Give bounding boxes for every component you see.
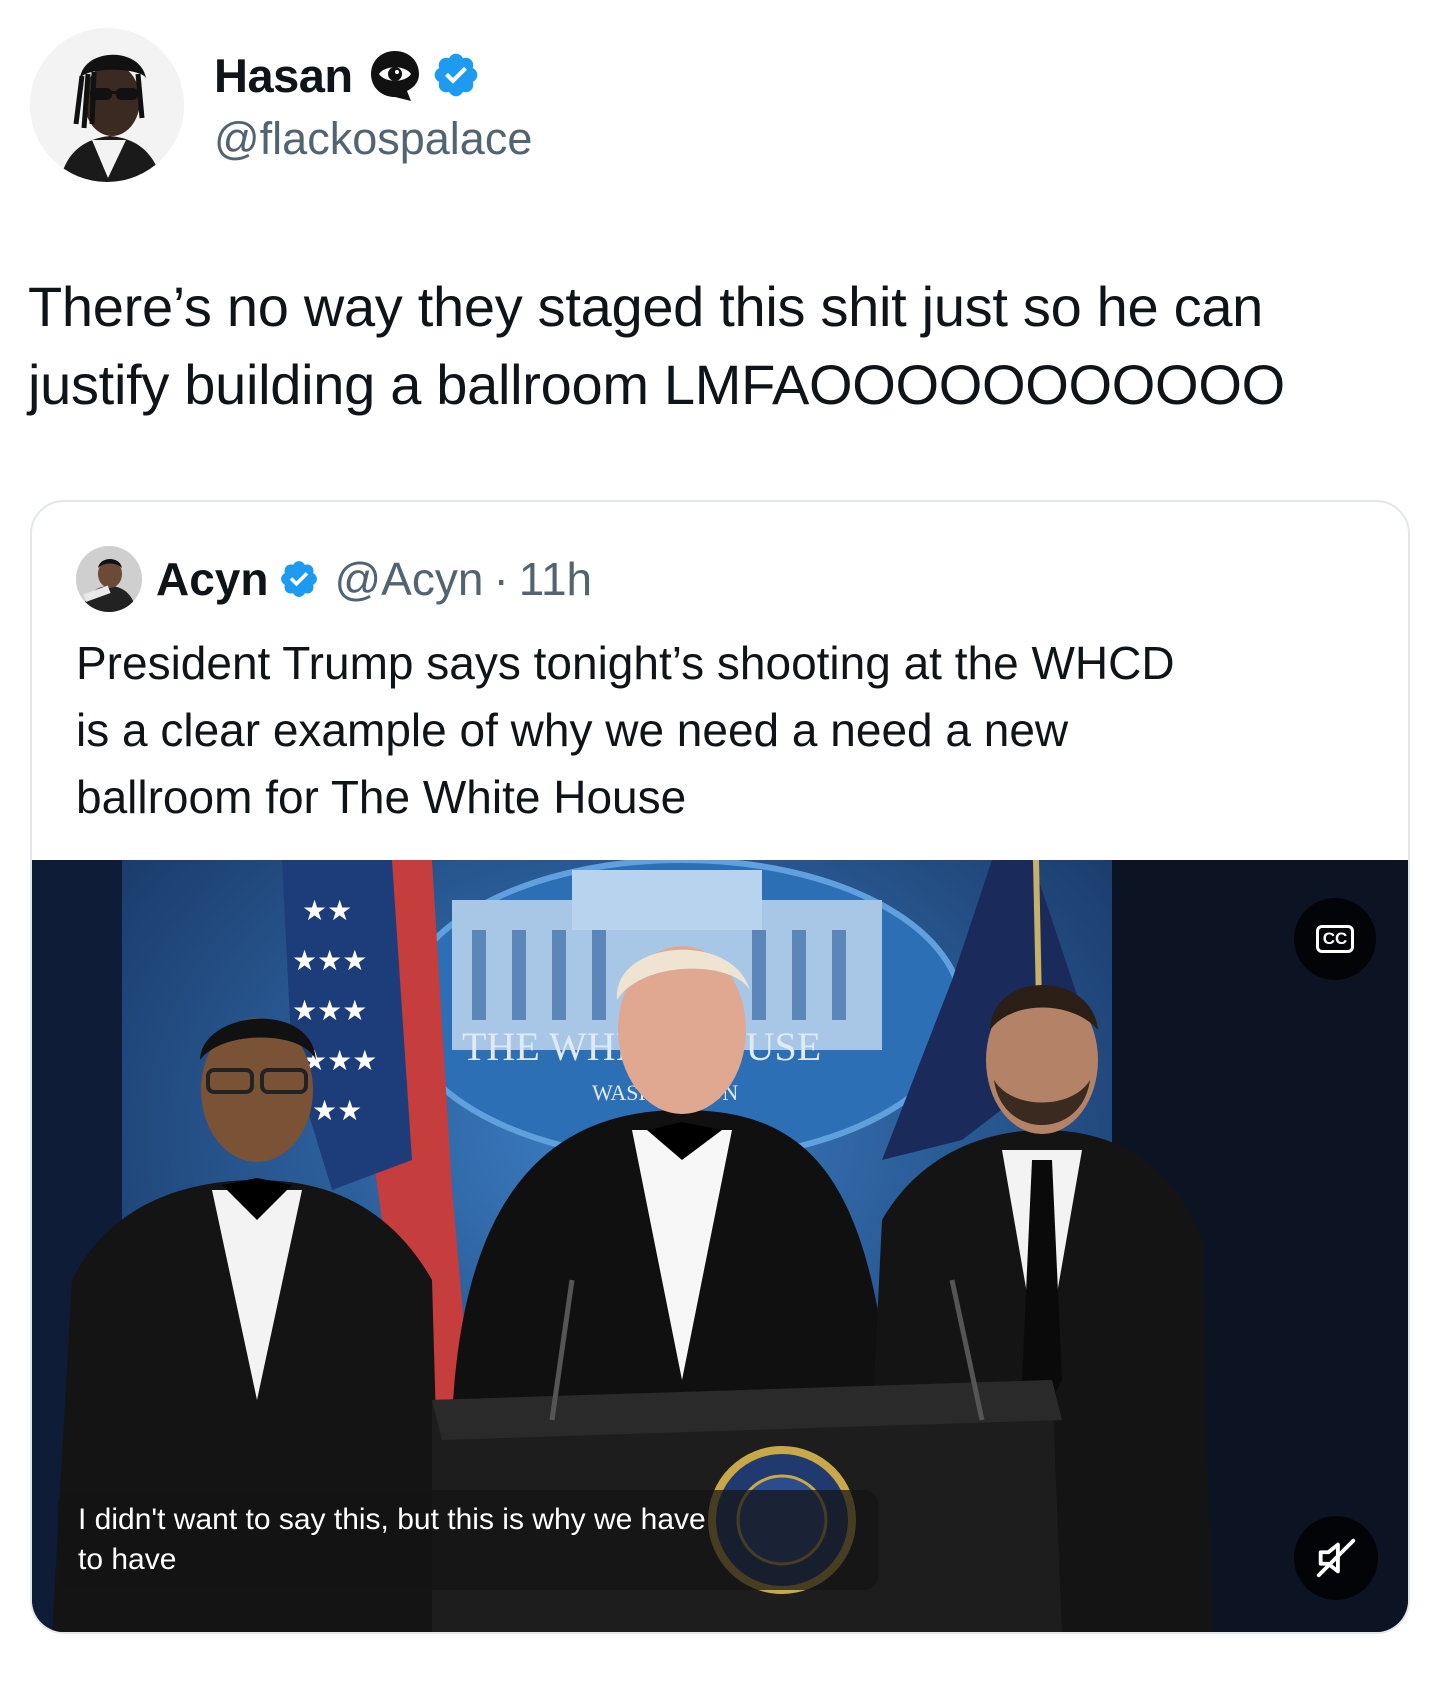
caption-line: I didn't want to say this, but this is w… [78,1503,706,1536]
svg-text:★★★: ★★★ [292,944,367,977]
quoted-text-line: is a clear example of why we need a need… [76,704,1069,756]
closed-captions-button[interactable]: CC [1294,898,1376,980]
svg-text:★★★: ★★★ [292,994,367,1027]
separator-dot: · [493,553,509,605]
video-player[interactable]: THE WHITE HOUSE WASHINGTON ★★★★★★★★ ★★★★… [32,860,1408,1632]
tweet-header: Hasan @flackospalace [30,28,532,182]
quoted-display-name[interactable]: Acyn [156,552,268,606]
quoted-text-line: President Trump says tonight’s shooting … [76,637,1175,689]
verified-badge-icon [434,53,477,97]
quoted-avatar[interactable] [76,546,142,612]
tweet-text-line: justify building a ballroom LMFAOOOOOOOO… [28,353,1285,416]
verified-badge-icon [281,561,318,597]
unmute-button[interactable] [1294,1516,1378,1600]
quoted-handle[interactable]: @Acyn [334,552,483,606]
eye-icon [370,51,419,101]
display-name[interactable]: Hasan [214,48,353,103]
caption-line: to have [78,1543,177,1576]
handle[interactable]: @flackospalace [214,113,532,165]
svg-text:★★: ★★ [302,894,352,927]
avatar[interactable] [30,28,184,182]
quoted-avatar-portrait [76,546,142,612]
tweet-text: There’s no way they staged this shit jus… [28,268,1418,424]
cc-icon: CC [1315,925,1355,953]
video-caption: I didn't want to say this, but this is w… [58,1490,878,1590]
quoted-text-line: ballroom for The White House [76,771,687,823]
avatar-portrait [30,28,184,182]
quoted-tweet-card[interactable]: Acyn @Acyn · 11h President Trump says to… [30,500,1410,1634]
quoted-tweet-text: President Trump says tonight’s shooting … [76,630,1376,831]
muted-speaker-icon [1316,1538,1356,1578]
tweet-text-line: There’s no way they staged this shit jus… [28,275,1264,338]
tweet-screenshot: Hasan @flackospalace There’s no way they… [0,0,1440,1693]
quoted-timestamp[interactable]: 11h [519,552,592,606]
svg-text:★★: ★★ [312,1094,362,1127]
quoted-tweet-header: Acyn @Acyn · 11h [76,546,592,612]
